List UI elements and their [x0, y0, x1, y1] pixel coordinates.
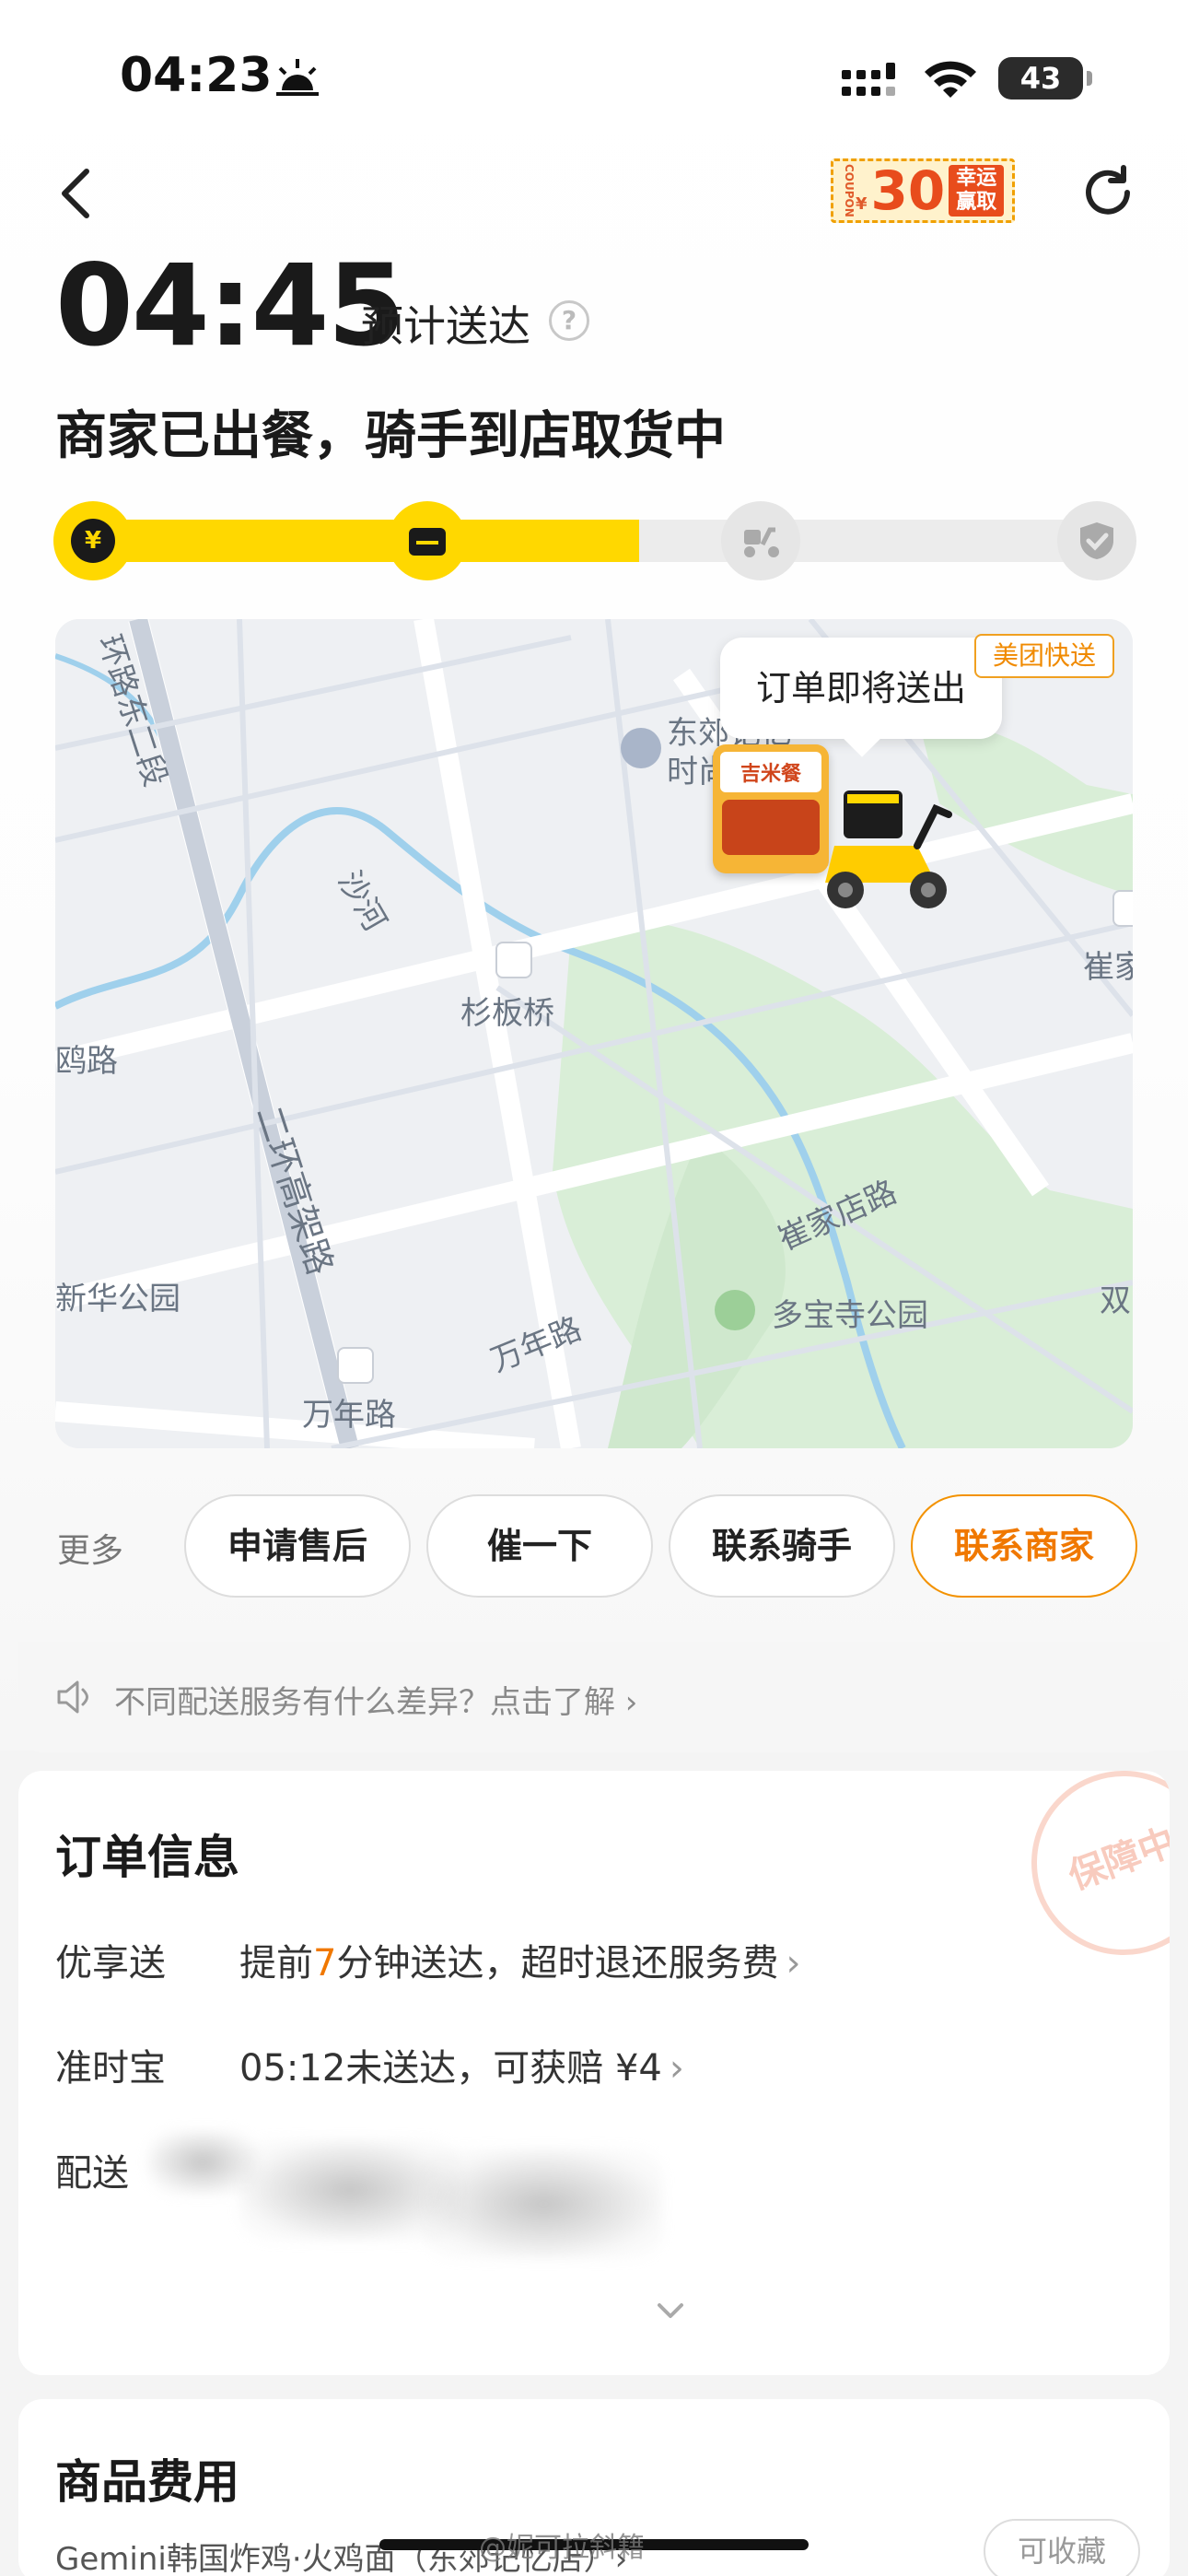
- map-label-shuang: 双: [1100, 1282, 1131, 1319]
- bridge-icon-2: [337, 1347, 374, 1384]
- chevron-down-icon[interactable]: [654, 2300, 687, 2322]
- delivery-map[interactable]: 环路东二段 沙河 二环高架路 杉板桥 鸥路 东郊记忆 时尚 崔家店路 崔家 新华…: [55, 619, 1133, 1448]
- remind-button[interactable]: 催一下: [426, 1494, 653, 1598]
- map-label-road-west: 鸥路: [55, 1043, 118, 1080]
- poi-marker-icon: [621, 728, 661, 768]
- favorite-button[interactable]: 可收藏: [984, 2519, 1140, 2576]
- map-label-cuijia: 崔家: [1083, 949, 1133, 986]
- map-label-xinhua-park: 新华公园: [55, 1281, 181, 1317]
- priority-delivery-post: 分钟送达，超时退还服务费: [336, 1942, 779, 1985]
- map-label-wannian-road-2: 万年路: [302, 1397, 396, 1434]
- contact-rider-button[interactable]: 联系骑手: [669, 1494, 895, 1598]
- chevron-right-icon: ›: [669, 2047, 684, 2090]
- order-status-text: 商家已出餐，骑手到店取货中: [55, 406, 726, 466]
- watermark: @妮可拉斜籍: [479, 2532, 645, 2564]
- store-icon: [409, 528, 446, 556]
- refresh-icon[interactable]: [1079, 164, 1136, 221]
- delivery-label: 配送: [55, 2152, 129, 2195]
- fees-title: 商品费用: [55, 2455, 239, 2509]
- speaker-icon: [57, 1680, 88, 1714]
- signal-icon: [842, 63, 895, 96]
- map-label-duobaosi-park: 多宝寺公园: [772, 1297, 928, 1334]
- on-time-text: 05:12未送达，可获赔 ¥4: [239, 2047, 662, 2090]
- sunrise-icon: [276, 59, 319, 96]
- priority-delivery-minutes: 7: [313, 1942, 337, 1985]
- progress-step-delivering: [721, 501, 800, 580]
- coupon-text: 幸运赢取: [949, 165, 1005, 217]
- guarantee-stamp: 保障中: [1005, 1771, 1170, 1982]
- eta-time: 04:45: [55, 240, 405, 371]
- order-info-title: 订单信息: [55, 1831, 239, 1884]
- help-icon[interactable]: ?: [549, 300, 589, 341]
- priority-delivery-value[interactable]: 提前7分钟送达，超时退还服务费 ›: [239, 1933, 800, 1986]
- more-button[interactable]: 更多: [57, 1524, 123, 1572]
- delivery-tip-bar[interactable]: 不同配送服务有什么差异？点击了解 ›: [18, 1642, 1170, 1752]
- on-time-value[interactable]: 05:12未送达，可获赔 ¥4 ›: [239, 2038, 684, 2091]
- priority-delivery-label: 优享送: [55, 1942, 166, 1985]
- contact-merchant-button[interactable]: 联系商家: [911, 1494, 1137, 1598]
- map-status-bubble: 订单即将送出: [720, 638, 1002, 739]
- battery-indicator: 43: [998, 57, 1092, 100]
- map-roads: [55, 619, 1133, 1448]
- bridge-icon-3: [1112, 890, 1133, 927]
- back-icon[interactable]: [55, 164, 96, 223]
- store-food-image: [722, 800, 820, 855]
- coupon-amount: 30: [870, 159, 946, 222]
- delivery-tip-text: 不同配送服务有什么差异？点击了解 ›: [114, 1684, 638, 1721]
- park-icon: [715, 1290, 755, 1330]
- lucky-coupon-banner[interactable]: COUPON ¥ 30 幸运赢取: [831, 158, 1015, 223]
- priority-delivery-pre: 提前: [239, 1942, 313, 1985]
- bridge-icon: [495, 942, 532, 978]
- progress-step-merchant: [388, 501, 467, 580]
- map-label-bridge: 杉板桥: [460, 995, 554, 1032]
- progress-fill: [59, 520, 639, 562]
- chevron-right-icon: ›: [786, 1942, 801, 1985]
- progress-step-done: [1057, 501, 1136, 580]
- progress-step-paid: ¥: [53, 501, 133, 580]
- meituan-express-badge: 美团快送: [974, 634, 1114, 678]
- coupon-currency: ¥: [856, 193, 868, 214]
- scooter-step-icon: [744, 527, 779, 557]
- wifi-icon: [925, 61, 976, 98]
- order-info-card: 保障中 订单信息 优享送 提前7分钟送达，超时退还服务费 › 准时宝 05:12未…: [18, 1771, 1170, 2375]
- check-shield-icon: [1080, 522, 1113, 559]
- on-time-label: 准时宝: [55, 2047, 166, 2090]
- rider-scooter-icon[interactable]: [807, 781, 963, 919]
- coupon-side-label: COUPON: [843, 164, 856, 217]
- redacted-blur: [424, 2149, 663, 2259]
- yen-icon: ¥: [71, 519, 115, 563]
- status-time: 04:23: [120, 48, 273, 103]
- after-sale-button[interactable]: 申请售后: [184, 1494, 411, 1598]
- eta-label: 预计送达: [361, 301, 530, 351]
